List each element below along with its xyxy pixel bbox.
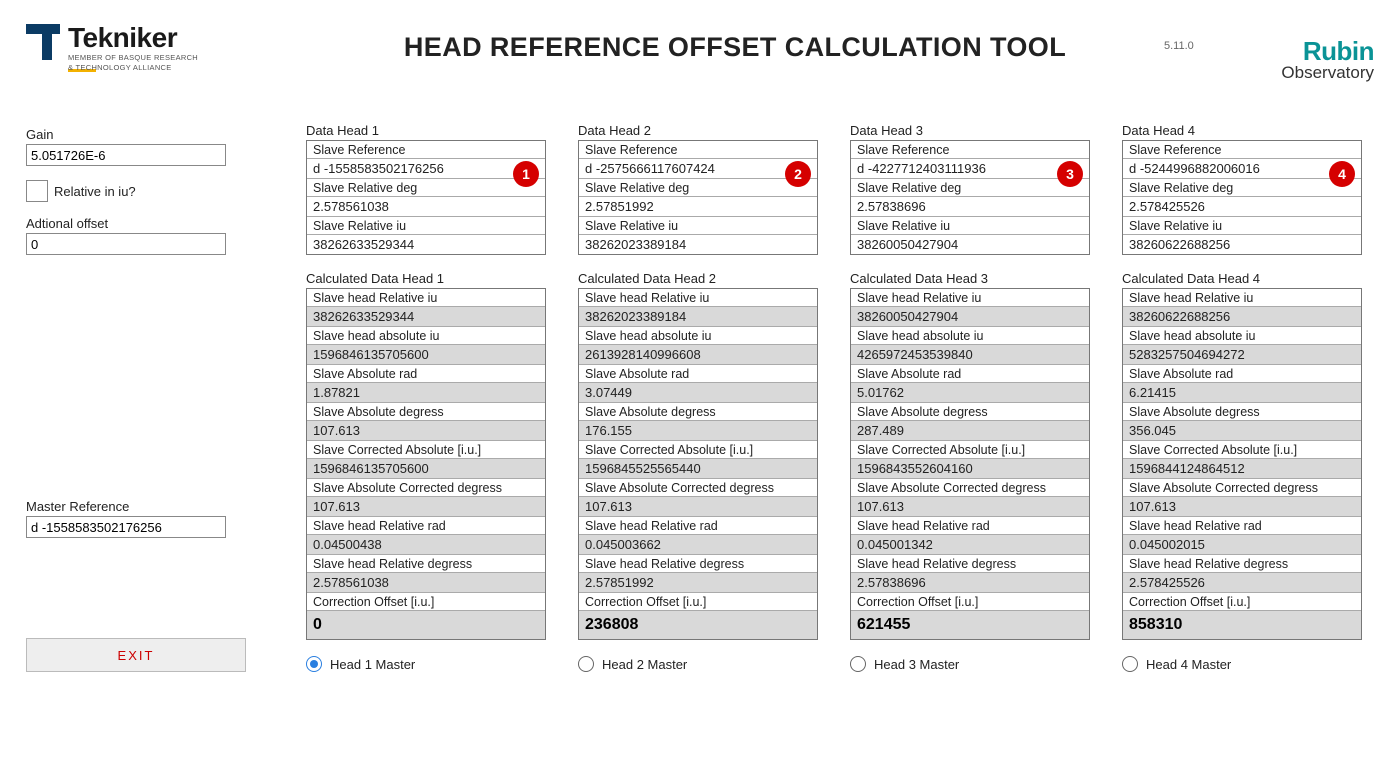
calc-slave-abs-corrected-deg: 107.613 (851, 497, 1089, 517)
calc-slave-corrected-abs-iu: 1596846135705600 (307, 459, 545, 479)
slave-relative-iu-input[interactable]: 38262633529344 (307, 235, 545, 254)
calc-slave-abs-corrected-deg: 107.613 (579, 497, 817, 517)
data-head-box: 3 Slave Reference d -4227712403111936 Sl… (850, 140, 1090, 255)
calc-slave-head-relative-deg: 2.578561038 (307, 573, 545, 593)
head-badge-2: 2 (785, 161, 811, 187)
correction-offset-value: 0 (307, 611, 545, 639)
calc-head-box: Slave head Relative iu 38260050427904 Sl… (850, 288, 1090, 640)
calc-slave-absolute-deg: 107.613 (307, 421, 545, 441)
slave-relative-iu-input[interactable]: 38260622688256 (1123, 235, 1361, 254)
calc-head-title: Calculated Data Head 3 (850, 271, 1090, 286)
slave-reference-input[interactable]: d -4227712403111936 (851, 159, 1089, 179)
calc-slave-corrected-abs-iu: 1596845525565440 (579, 459, 817, 479)
master-reference-label: Master Reference (26, 499, 276, 514)
correction-offset-value: 621455 (851, 611, 1089, 639)
exit-button[interactable]: EXIT (26, 638, 246, 672)
relative-iu-label: Relative in iu? (54, 184, 136, 199)
calc-head-title: Calculated Data Head 1 (306, 271, 546, 286)
calc-head-box: Slave head Relative iu 38262023389184 Sl… (578, 288, 818, 640)
head-master-radio-2[interactable] (578, 656, 594, 672)
head-master-radio-label: Head 1 Master (330, 657, 415, 672)
slave-reference-input[interactable]: d -5244996882006016 (1123, 159, 1361, 179)
head-badge-3: 3 (1057, 161, 1083, 187)
head-badge-4: 4 (1329, 161, 1355, 187)
calc-head-title: Calculated Data Head 4 (1122, 271, 1362, 286)
calc-slave-head-relative-rad: 0.045002015 (1123, 535, 1361, 555)
data-head-box: 1 Slave Reference d -1558583502176256 Sl… (306, 140, 546, 255)
calc-slave-head-absolute-iu: 4265972453539840 (851, 345, 1089, 365)
page-title: HEAD REFERENCE OFFSET CALCULATION TOOL (306, 32, 1164, 63)
calc-slave-absolute-rad: 6.21415 (1123, 383, 1361, 403)
calc-slave-head-relative-deg: 2.578425526 (1123, 573, 1361, 593)
slave-relative-iu-input[interactable]: 38260050427904 (851, 235, 1089, 254)
data-head-title: Data Head 3 (850, 123, 1090, 138)
data-head-box: 2 Slave Reference d -2575666117607424 Sl… (578, 140, 818, 255)
calc-slave-head-relative-deg: 2.57851992 (579, 573, 817, 593)
calc-slave-head-absolute-iu: 1596846135705600 (307, 345, 545, 365)
rubin-logo: Rubin Observatory (1224, 18, 1374, 83)
tekniker-logo: Tekniker MEMBER OF BASQUE RESEARCH & TEC… (26, 18, 306, 72)
calc-slave-absolute-deg: 176.155 (579, 421, 817, 441)
calc-head-box: Slave head Relative iu 38262633529344 Sl… (306, 288, 546, 640)
calc-slave-head-relative-iu: 38262633529344 (307, 307, 545, 327)
head-master-radio-4[interactable] (1122, 656, 1138, 672)
head-master-radio-label: Head 3 Master (874, 657, 959, 672)
slave-relative-deg-input[interactable]: 2.57838696 (851, 197, 1089, 217)
data-head-title: Data Head 2 (578, 123, 818, 138)
calc-slave-absolute-deg: 287.489 (851, 421, 1089, 441)
gain-label: Gain (26, 127, 276, 142)
head-master-radio-1[interactable] (306, 656, 322, 672)
calc-slave-abs-corrected-deg: 107.613 (307, 497, 545, 517)
slave-relative-deg-input[interactable]: 2.57851992 (579, 197, 817, 217)
calc-slave-corrected-abs-iu: 1596843552604160 (851, 459, 1089, 479)
tekniker-name: Tekniker (68, 24, 198, 52)
additional-offset-label: Adtional offset (26, 216, 276, 231)
version-label: 5.11.0 (1164, 40, 1224, 52)
calc-head-title: Calculated Data Head 2 (578, 271, 818, 286)
slave-relative-deg-input[interactable]: 2.578561038 (307, 197, 545, 217)
calc-slave-head-relative-rad: 0.04500438 (307, 535, 545, 555)
slave-reference-input[interactable]: d -1558583502176256 (307, 159, 545, 179)
data-head-box: 4 Slave Reference d -5244996882006016 Sl… (1122, 140, 1362, 255)
master-reference-input[interactable] (26, 516, 226, 538)
data-head-title: Data Head 4 (1122, 123, 1362, 138)
correction-offset-value: 236808 (579, 611, 817, 639)
slave-relative-iu-input[interactable]: 38262023389184 (579, 235, 817, 254)
additional-offset-input[interactable] (26, 233, 226, 255)
head-master-radio-label: Head 2 Master (602, 657, 687, 672)
head-badge-1: 1 (513, 161, 539, 187)
correction-offset-value: 858310 (1123, 611, 1361, 639)
calc-slave-head-relative-rad: 0.045003662 (579, 535, 817, 555)
relative-iu-checkbox[interactable] (26, 180, 48, 202)
calc-head-box: Slave head Relative iu 38260622688256 Sl… (1122, 288, 1362, 640)
calc-slave-head-absolute-iu: 2613928140996608 (579, 345, 817, 365)
head-master-radio-3[interactable] (850, 656, 866, 672)
calc-slave-absolute-rad: 5.01762 (851, 383, 1089, 403)
data-head-title: Data Head 1 (306, 123, 546, 138)
calc-slave-abs-corrected-deg: 107.613 (1123, 497, 1361, 517)
calc-slave-head-relative-rad: 0.045001342 (851, 535, 1089, 555)
slave-relative-deg-input[interactable]: 2.578425526 (1123, 197, 1361, 217)
calc-slave-head-absolute-iu: 5283257504694272 (1123, 345, 1361, 365)
calc-slave-head-relative-iu: 38262023389184 (579, 307, 817, 327)
calc-slave-absolute-rad: 3.07449 (579, 383, 817, 403)
calc-slave-head-relative-iu: 38260622688256 (1123, 307, 1361, 327)
calc-slave-absolute-rad: 1.87821 (307, 383, 545, 403)
calc-slave-absolute-deg: 356.045 (1123, 421, 1361, 441)
calc-slave-head-relative-iu: 38260050427904 (851, 307, 1089, 327)
head-master-radio-label: Head 4 Master (1146, 657, 1231, 672)
gain-input[interactable] (26, 144, 226, 166)
calc-slave-head-relative-deg: 2.57838696 (851, 573, 1089, 593)
slave-reference-input[interactable]: d -2575666117607424 (579, 159, 817, 179)
calc-slave-corrected-abs-iu: 1596844124864512 (1123, 459, 1361, 479)
